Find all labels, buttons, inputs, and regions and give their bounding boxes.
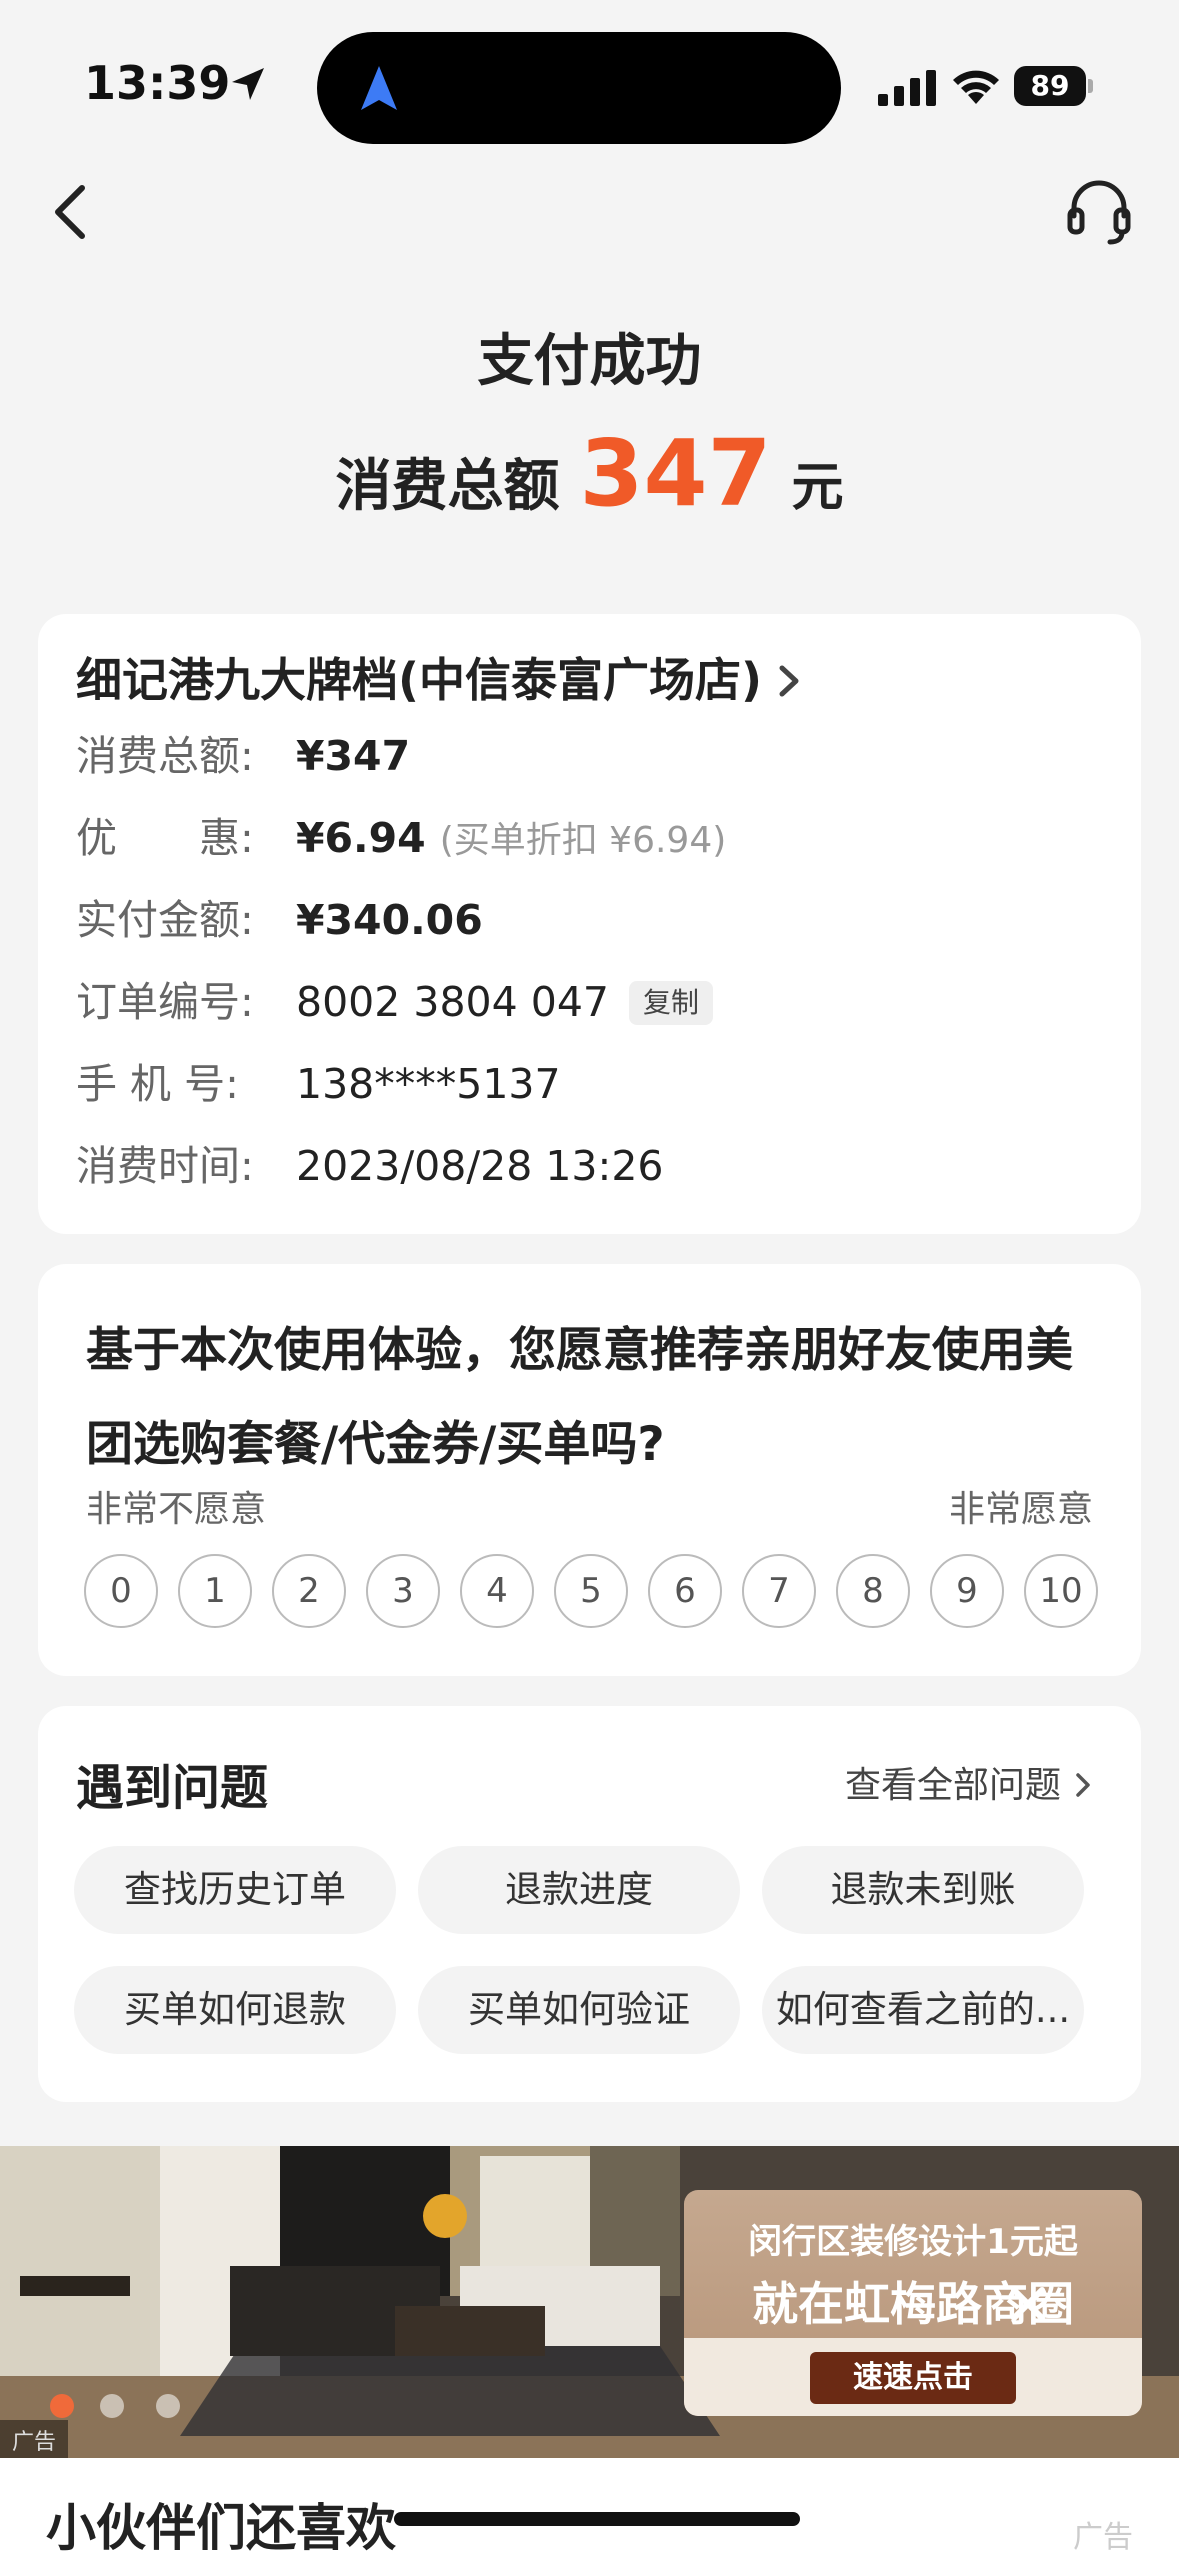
score-option-7[interactable]: 7 [742, 1554, 816, 1628]
score-option-1[interactable]: 1 [178, 1554, 252, 1628]
battery-level: 89 [1014, 66, 1086, 106]
merchant-name: 细记港九大牌档(中信泰富广场店) [76, 653, 763, 707]
view-all-label: 查看全部问题 [844, 1765, 1061, 1806]
info-value: ¥340.06 [296, 896, 483, 944]
score-option-10[interactable]: 10 [1024, 1554, 1098, 1628]
info-label: 消费时间: [76, 1142, 254, 1190]
survey-question: 基于本次使用体验，您愿意推荐亲朋好友使用美团选购套餐/代金券/买单吗? [86, 1323, 1073, 1472]
recommendations-title: 小伙伴们还喜欢 [46, 2499, 396, 2556]
faq-chip[interactable]: 查找历史订单 [74, 1846, 396, 1934]
recommendations-ad-label: 广告 [1073, 2520, 1133, 2555]
carousel-dot[interactable] [156, 2394, 180, 2418]
order-details-card: 细记港九大牌档(中信泰富广场店) 消费总额: ¥347 优 惠: ¥6.94 (买单折… [38, 614, 1141, 1234]
amount-label: 消费总额 [335, 454, 560, 519]
ad-headline: 闵行区装修设计1元起 [748, 2222, 1078, 2262]
help-title: 遇到问题 [76, 1760, 269, 1816]
info-value: 8002 3804 047 [296, 978, 610, 1026]
faq-chip[interactable]: 买单如何验证 [418, 1966, 740, 2054]
ad-panel: 闵行区装修设计1元起 就在虹梅路商圈 速速点击 [684, 2190, 1142, 2416]
cellular-signal-icon [878, 70, 936, 106]
survey-low-label: 非常不愿意 [86, 1489, 267, 1530]
info-row-total: 消费总额: ¥347 [76, 726, 410, 786]
info-value: 138****5137 [296, 1060, 561, 1108]
info-value: ¥6.94 [296, 814, 426, 862]
copy-button[interactable]: 复制 [629, 981, 714, 1025]
info-label: 订单编号: [76, 978, 254, 1026]
score-option-4[interactable]: 4 [460, 1554, 534, 1628]
survey-high-label: 非常愿意 [948, 1489, 1093, 1530]
info-row-time: 消费时间: 2023/08/28 13:26 [76, 1136, 664, 1196]
info-label: 实付金额: [76, 896, 254, 944]
nps-survey-card: 基于本次使用体验，您愿意推荐亲朋好友使用美团选购套餐/代金券/买单吗? 非常不愿… [38, 1264, 1141, 1676]
info-label: 优 惠: [76, 814, 254, 862]
amount-unit: 元 [791, 458, 844, 518]
discount-note: (买单折扣 ¥6.94) [439, 820, 727, 861]
page-title: 支付成功 [477, 329, 702, 394]
info-row-paid: 实付金额: ¥340.06 [76, 890, 483, 950]
status-bar: 13:39 89 [0, 0, 1179, 150]
ad-cta-button[interactable]: 速速点击 [810, 2352, 1016, 2404]
customer-service-headset-icon[interactable] [1066, 176, 1132, 246]
wifi-icon [953, 70, 999, 104]
carousel-dot-active[interactable] [50, 2394, 74, 2418]
info-label: 消费总额: [76, 732, 254, 780]
amount-value: 347 [579, 420, 772, 527]
score-option-8[interactable]: 8 [836, 1554, 910, 1628]
score-option-6[interactable]: 6 [648, 1554, 722, 1628]
carousel-dot[interactable] [100, 2394, 124, 2418]
help-card: 遇到问题 查看全部问题 查找历史订单 退款进度 退款未到账 买单如何退款 买单如… [38, 1706, 1141, 2102]
chevron-right-icon [1076, 1773, 1090, 1797]
faq-chip[interactable]: 退款进度 [418, 1846, 740, 1934]
location-arrow-icon [232, 68, 264, 100]
close-icon[interactable] [1000, 2276, 1056, 2332]
info-row-phone: 手 机 号: 138****5137 [76, 1054, 561, 1114]
score-option-0[interactable]: 0 [84, 1554, 158, 1628]
info-row-discount: 优 惠: ¥6.94 (买单折扣 ¥6.94) [76, 808, 726, 868]
score-options: 0 1 2 3 4 5 6 7 8 9 10 [84, 1554, 1098, 1630]
info-row-order-number: 订单编号: 8002 3804 047 复制 [76, 972, 714, 1032]
score-option-9[interactable]: 9 [930, 1554, 1004, 1628]
dynamic-island [317, 32, 841, 144]
faq-chip[interactable]: 退款未到账 [762, 1846, 1084, 1934]
home-indicator[interactable] [394, 2512, 800, 2526]
battery-icon: 89 [1014, 66, 1094, 106]
status-time: 13:39 [84, 56, 231, 110]
info-value: 2023/08/28 13:26 [296, 1142, 664, 1190]
info-value: ¥347 [296, 732, 411, 780]
info-label: 手 机 号: [76, 1060, 239, 1108]
merchant-link[interactable]: 细记港九大牌档(中信泰富广场店) [76, 644, 802, 710]
back-arrow-icon[interactable] [44, 180, 100, 244]
faq-chip[interactable]: 如何查看之前的... [762, 1966, 1084, 2054]
score-option-3[interactable]: 3 [366, 1554, 440, 1628]
faq-chip[interactable]: 买单如何退款 [74, 1966, 396, 2054]
score-option-5[interactable]: 5 [554, 1554, 628, 1628]
chevron-right-icon [779, 665, 799, 697]
navigation-arrow-icon [361, 66, 397, 110]
ad-tag: 广告 [0, 2420, 69, 2460]
view-all-questions-link[interactable]: 查看全部问题 [845, 1756, 1093, 1808]
total-amount: 消费总额 347 元 [0, 420, 1179, 527]
ad-subheadline: 就在虹梅路商圈 [752, 2277, 1074, 2331]
score-option-2[interactable]: 2 [272, 1554, 346, 1628]
